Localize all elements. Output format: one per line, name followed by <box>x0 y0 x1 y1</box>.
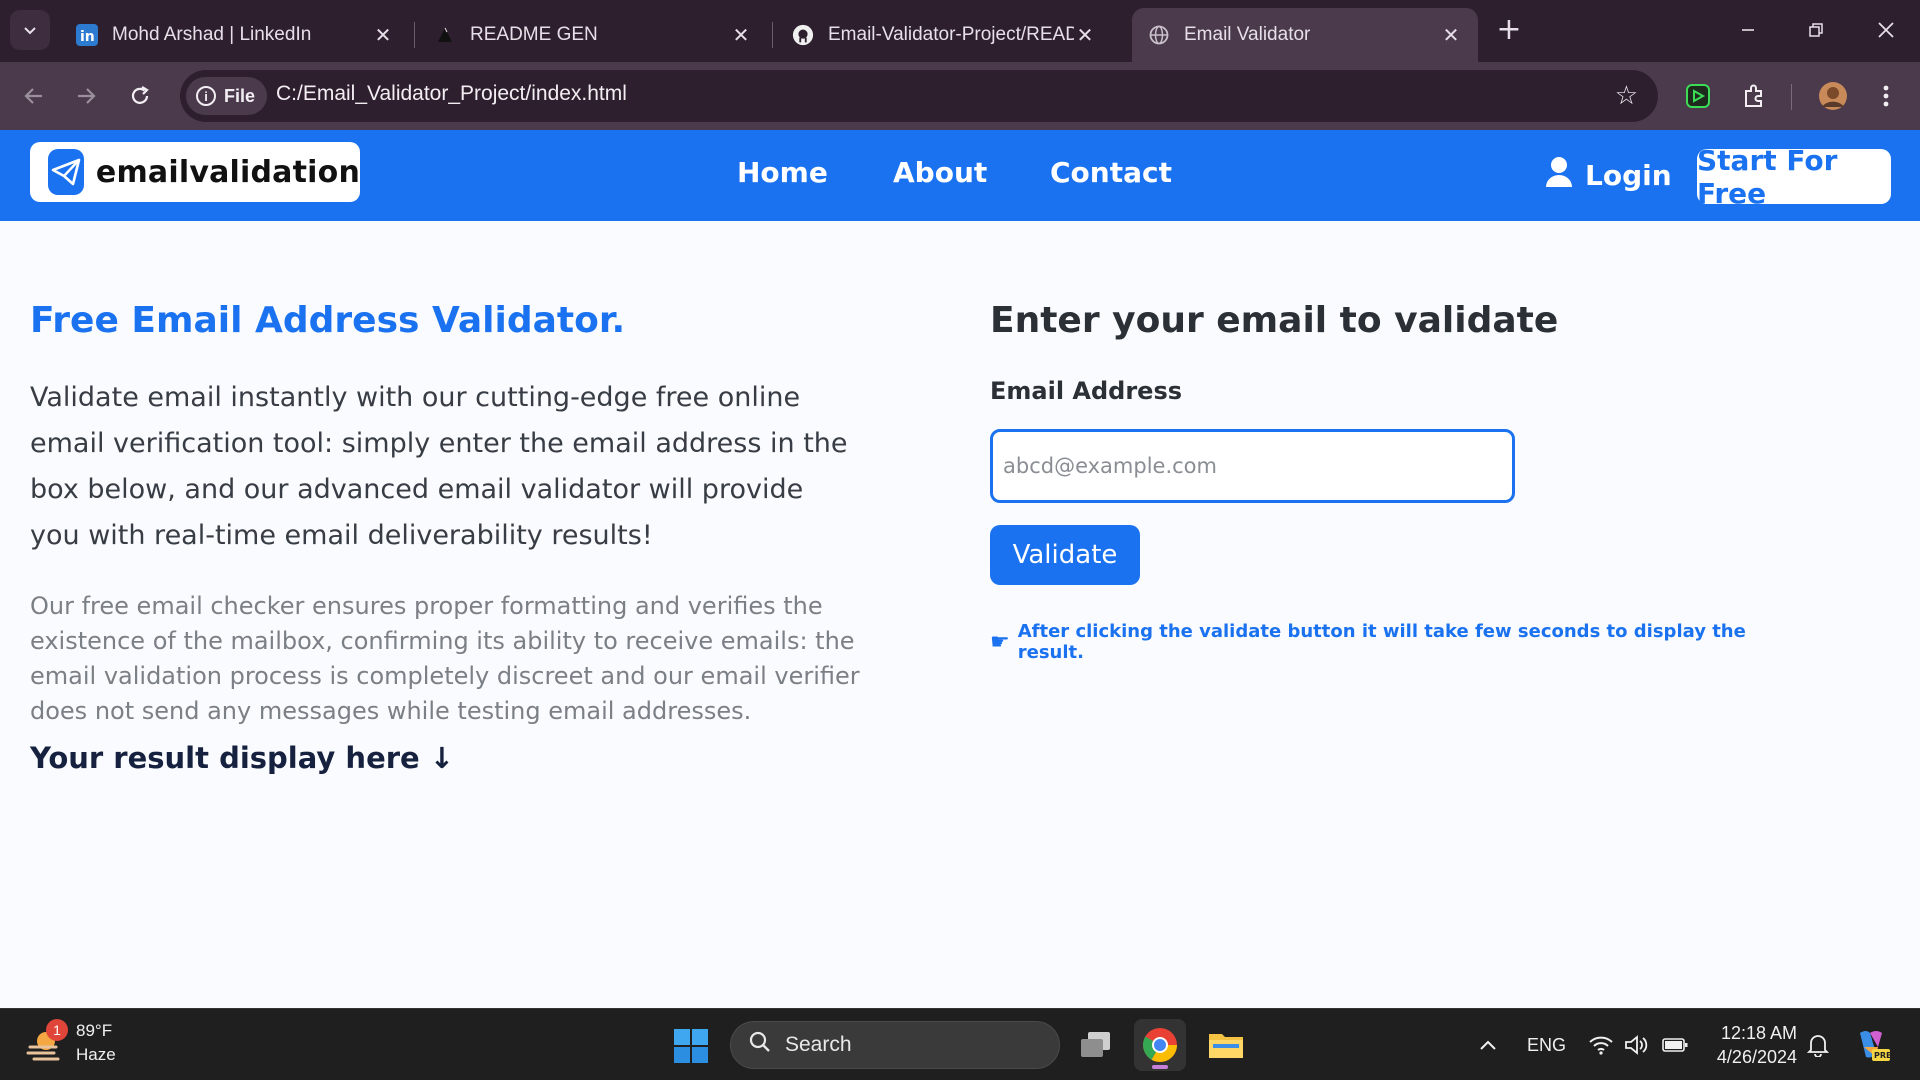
site-info-chip[interactable]: i File <box>186 77 268 115</box>
search-label: Search <box>785 1033 852 1056</box>
close-icon[interactable]: ✕ <box>730 24 752 47</box>
triangle-icon <box>434 24 456 46</box>
system-clock[interactable]: 12:18 AM 4/26/2024 <box>1705 1021 1797 1069</box>
bookmark-star-icon[interactable]: ☆ <box>1615 82 1638 110</box>
info-icon: i <box>196 86 216 106</box>
validation-form: Enter your email to validate Email Addre… <box>990 300 1810 663</box>
windows-start-icon[interactable] <box>674 1029 708 1063</box>
svg-text:in: in <box>80 29 95 45</box>
battery-icon[interactable] <box>1662 1009 1688 1081</box>
close-window-icon[interactable] <box>1866 12 1906 48</box>
weather-condition: Haze <box>76 1045 116 1064</box>
close-icon[interactable]: ✕ <box>1440 24 1462 47</box>
chevron-up-icon <box>1480 1040 1496 1050</box>
haze-weather-icon: 1 <box>26 1019 68 1063</box>
clock-time: 12:18 AM <box>1720 1023 1797 1043</box>
site-navbar: emailvalidation Home About Contact Login… <box>0 130 1920 221</box>
site-logo[interactable]: emailvalidation <box>30 142 360 202</box>
tab-search-button[interactable] <box>10 10 50 50</box>
hint-text: ☛ After clicking the validate button it … <box>990 621 1810 663</box>
windows-taskbar: 1 89°F Haze Search ENG 12:18 AM 4/26/202… <box>0 1008 1920 1080</box>
result-heading: Your result display here ↓ <box>30 741 455 775</box>
new-tab-button[interactable]: + <box>1492 14 1526 48</box>
globe-icon <box>1148 24 1170 46</box>
description-paragraph: Our free email checker ensures proper fo… <box>30 592 860 725</box>
extensions-puzzle-icon[interactable] <box>1734 76 1774 116</box>
forward-icon[interactable] <box>66 76 106 116</box>
web-page: emailvalidation Home About Contact Login… <box>0 130 1920 1008</box>
validate-button[interactable]: Validate <box>990 525 1140 585</box>
notification-badge: 1 <box>46 1019 68 1041</box>
show-hidden-icons[interactable] <box>1478 1009 1498 1081</box>
tab-title: Email-Validator-Project/READM <box>828 24 1074 45</box>
active-app-indicator <box>1152 1065 1168 1069</box>
tab-title: Mohd Arshad | LinkedIn <box>112 24 312 45</box>
start-for-free-button[interactable]: Start For Free <box>1697 144 1891 210</box>
browser-menu-icon[interactable] <box>1866 76 1906 116</box>
login-link[interactable]: Login <box>1545 156 1672 195</box>
paper-plane-icon <box>48 149 84 195</box>
email-field-label: Email Address <box>990 377 1183 405</box>
email-input[interactable] <box>990 429 1515 503</box>
copilot-icon[interactable]: PRE <box>1852 1009 1892 1081</box>
taskbar-search[interactable]: Search <box>730 1021 1060 1069</box>
weather-widget[interactable]: 1 89°F Haze <box>26 1019 116 1067</box>
svg-text:PRE: PRE <box>1874 1051 1892 1060</box>
tab-separator <box>772 22 773 48</box>
clock-date: 4/26/2024 <box>1716 1047 1797 1067</box>
page-title: Free Email Address Validator. <box>30 300 626 341</box>
linkedin-icon: in <box>76 24 98 46</box>
lead-paragraph: Validate email instantly with our cuttin… <box>30 382 848 551</box>
chrome-taskbar-icon[interactable] <box>1134 1019 1186 1071</box>
login-label: Login <box>1585 159 1672 192</box>
nav-contact[interactable]: Contact <box>1050 156 1172 189</box>
temperature: 89°F <box>76 1021 113 1040</box>
notification-bell-icon[interactable] <box>1807 1009 1829 1081</box>
tab-email-validator[interactable]: Email Validator ✕ <box>1132 8 1478 62</box>
nav-about[interactable]: About <box>893 156 987 189</box>
close-icon[interactable]: ✕ <box>372 24 394 47</box>
hint-message: After clicking the validate button it wi… <box>1017 621 1746 663</box>
tab-title: README GEN <box>470 24 598 45</box>
user-icon <box>1545 156 1573 195</box>
chevron-down-icon <box>24 27 36 35</box>
back-icon[interactable] <box>14 76 54 116</box>
pointing-hand-icon: ☛ <box>990 629 1010 655</box>
tab-title: Email Validator <box>1184 24 1311 45</box>
file-explorer-icon[interactable] <box>1200 1019 1252 1071</box>
reload-icon[interactable] <box>120 76 160 116</box>
tab-readme-gen[interactable]: README GEN ✕ <box>418 8 768 62</box>
url-text[interactable]: C:/Email_Validator_Project/index.html <box>276 82 627 106</box>
tab-github[interactable]: Email-Validator-Project/READM ✕ <box>776 8 1112 62</box>
restore-icon[interactable] <box>1796 12 1836 48</box>
extension-app-icon[interactable] <box>1678 76 1718 116</box>
browser-toolbar: i File C:/Email_Validator_Project/index.… <box>0 62 1920 130</box>
minimize-icon[interactable] <box>1728 12 1768 48</box>
tab-separator <box>414 22 415 48</box>
nav-home[interactable]: Home <box>737 156 828 189</box>
github-icon <box>792 24 814 46</box>
address-bar[interactable]: i File C:/Email_Validator_Project/index.… <box>180 70 1658 122</box>
logo-text: emailvalidation <box>95 154 360 190</box>
profile-avatar[interactable] <box>1813 76 1853 116</box>
language-indicator[interactable]: ENG <box>1527 1009 1566 1081</box>
tab-linkedin[interactable]: in Mohd Arshad | LinkedIn ✕ <box>60 8 410 62</box>
close-icon[interactable]: ✕ <box>1074 24 1096 47</box>
search-icon <box>749 1031 771 1059</box>
toolbar-separator <box>1791 84 1792 110</box>
task-view-icon[interactable] <box>1070 1019 1122 1071</box>
browser-tab-bar: in Mohd Arshad | LinkedIn ✕ README GEN ✕… <box>0 0 1920 62</box>
wifi-icon[interactable] <box>1588 1009 1614 1081</box>
intro-section: Free Email Address Validator. Validate e… <box>30 300 860 775</box>
form-title: Enter your email to validate <box>990 300 1559 341</box>
volume-icon[interactable] <box>1624 1009 1650 1081</box>
chip-label: File <box>224 85 256 106</box>
